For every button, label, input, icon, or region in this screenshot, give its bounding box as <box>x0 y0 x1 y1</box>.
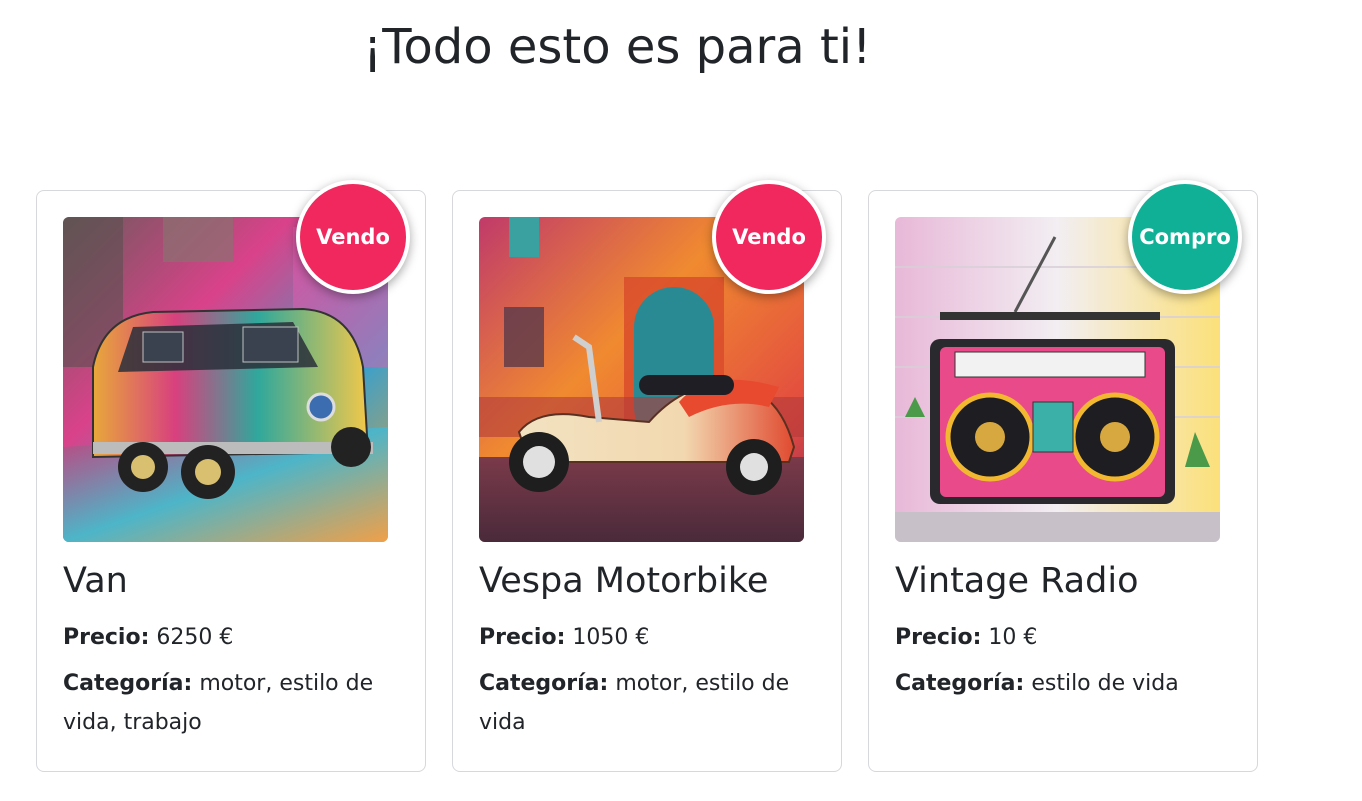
product-category: Categoría: estilo de vida <box>895 664 1235 703</box>
product-price: Precio: 10 € <box>895 618 1235 657</box>
category-label: Categoría: <box>479 671 609 696</box>
buy-badge: Compro <box>1128 180 1242 294</box>
price-value: 1050 € <box>572 625 650 650</box>
product-title[interactable]: Vintage Radio <box>895 559 1138 603</box>
product-card-van[interactable]: Vendo Van Precio: 6250 € Categoría: moto… <box>36 180 426 772</box>
product-card-vespa[interactable]: Vendo Vespa Motorbike Precio: 1050 € Cat… <box>452 180 842 772</box>
product-price: Precio: 1050 € <box>479 618 819 657</box>
sell-badge: Vendo <box>296 180 410 294</box>
product-price: Precio: 6250 € <box>63 618 403 657</box>
page-title: ¡Todo esto es para ti! <box>363 19 872 75</box>
category-value: estilo de vida <box>1031 671 1179 696</box>
price-value: 10 € <box>988 625 1038 650</box>
product-title[interactable]: Vespa Motorbike <box>479 559 768 603</box>
category-label: Categoría: <box>895 671 1025 696</box>
price-value: 6250 € <box>156 625 234 650</box>
price-label: Precio: <box>895 625 982 650</box>
product-title[interactable]: Van <box>63 559 128 603</box>
product-category: Categoría: motor, estilo de vida, trabaj… <box>63 664 403 742</box>
sell-badge: Vendo <box>712 180 826 294</box>
product-card-radio[interactable]: Compro Vintage Radio Precio: 10 € Catego… <box>868 180 1258 772</box>
price-label: Precio: <box>63 625 150 650</box>
price-label: Precio: <box>479 625 566 650</box>
category-label: Categoría: <box>63 671 193 696</box>
product-category: Categoría: motor, estilo de vida <box>479 664 819 742</box>
